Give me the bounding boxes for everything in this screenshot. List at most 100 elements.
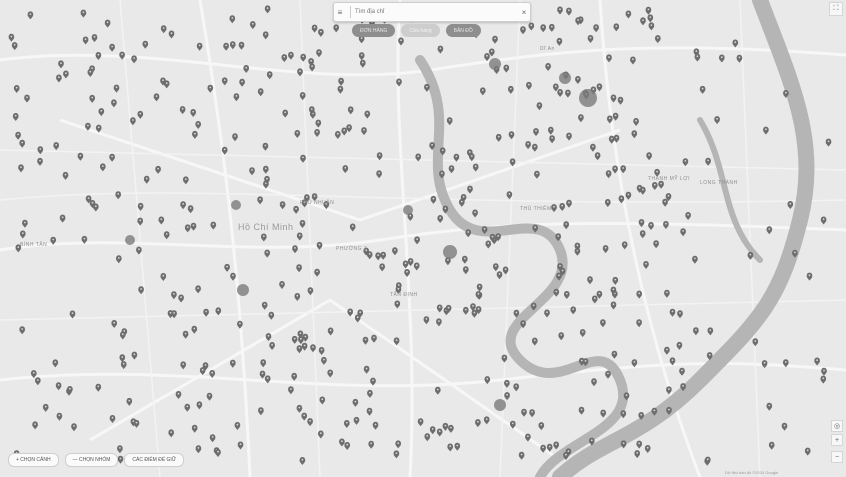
map-pin-icon[interactable]	[249, 167, 255, 176]
map-pin-icon[interactable]	[636, 290, 643, 299]
map-pin-icon[interactable]	[55, 382, 62, 391]
map-pin-icon[interactable]	[361, 127, 367, 136]
map-pin-icon[interactable]	[12, 113, 19, 121]
map-pin-icon[interactable]	[424, 433, 431, 442]
map-pin-icon[interactable]	[353, 416, 360, 425]
map-pin-icon[interactable]	[296, 232, 303, 241]
map-pin-icon[interactable]	[352, 398, 359, 407]
map-pin-icon[interactable]	[820, 375, 827, 384]
map-pin-icon[interactable]	[343, 420, 350, 428]
map-pin-icon[interactable]	[87, 69, 94, 77]
map-pin-icon[interactable]	[699, 85, 706, 94]
map-pin-icon[interactable]	[311, 24, 318, 33]
map-pin-icon[interactable]	[260, 233, 267, 242]
map-pin-icon[interactable]	[59, 214, 66, 223]
map-pin-icon[interactable]	[363, 365, 370, 374]
map-pin-icon[interactable]	[612, 276, 619, 285]
fullscreen-icon[interactable]: ⛶	[829, 2, 843, 16]
map-pin-icon[interactable]	[63, 70, 69, 79]
map-pin-icon[interactable]	[191, 325, 198, 334]
map-pin-icon[interactable]	[761, 360, 768, 369]
map-pin-icon[interactable]	[262, 142, 269, 151]
map-pin-icon[interactable]	[820, 216, 827, 225]
map-pin-icon[interactable]	[98, 108, 105, 117]
cluster-icon[interactable]	[125, 235, 135, 245]
map-pin-icon[interactable]	[531, 143, 538, 152]
map-pin-icon[interactable]	[448, 165, 455, 174]
map-pin-icon[interactable]	[367, 389, 373, 398]
cluster-icon[interactable]	[489, 58, 501, 70]
map-pin-icon[interactable]	[600, 319, 606, 328]
zoom-out-icon[interactable]: −	[831, 451, 843, 463]
map-pin-icon[interactable]	[814, 357, 820, 366]
map-pin-icon[interactable]	[195, 285, 201, 294]
map-pin-icon[interactable]	[636, 319, 642, 328]
map-pin-icon[interactable]	[142, 40, 149, 49]
map-pin-icon[interactable]	[647, 14, 654, 23]
map-pin-icon[interactable]	[298, 336, 304, 345]
map-pin-icon[interactable]	[549, 135, 555, 144]
map-pin-icon[interactable]	[262, 165, 269, 174]
map-pin-icon[interactable]	[316, 241, 323, 250]
map-pin-icon[interactable]	[215, 449, 221, 457]
map-pin-icon[interactable]	[536, 102, 543, 111]
map-pin-icon[interactable]	[556, 37, 563, 46]
map-pin-icon[interactable]	[344, 442, 351, 450]
map-pin-icon[interactable]	[11, 42, 18, 51]
map-pin-icon[interactable]	[575, 17, 581, 26]
map-pin-icon[interactable]	[590, 143, 596, 152]
map-pin-icon[interactable]	[109, 415, 116, 423]
map-pin-icon[interactable]	[436, 318, 442, 327]
map-pin-icon[interactable]	[513, 383, 520, 392]
map-pin-icon[interactable]	[376, 170, 382, 179]
map-pin-icon[interactable]	[375, 252, 381, 261]
map-pin-icon[interactable]	[182, 330, 189, 339]
map-pin-icon[interactable]	[42, 403, 49, 412]
map-pin-icon[interactable]	[732, 39, 739, 48]
map-pin-icon[interactable]	[104, 19, 111, 28]
map-pin-icon[interactable]	[617, 96, 624, 105]
map-pin-icon[interactable]	[163, 231, 170, 240]
map-pin-icon[interactable]	[182, 176, 189, 185]
map-pin-icon[interactable]	[187, 205, 194, 214]
map-pin-icon[interactable]	[52, 359, 59, 368]
map-pin-icon[interactable]	[437, 45, 444, 54]
map-pin-icon[interactable]	[230, 272, 236, 281]
map-pin-icon[interactable]	[259, 370, 266, 379]
saved-points-button[interactable]: CÁC ĐIỂM ĐỂ GIỮ	[124, 453, 185, 467]
cluster-icon[interactable]	[443, 245, 457, 259]
map-pin-icon[interactable]	[594, 152, 601, 161]
map-pin-icon[interactable]	[119, 51, 125, 60]
map-pin-icon[interactable]	[446, 117, 453, 126]
map-pin-icon[interactable]	[32, 421, 38, 430]
map-pin-icon[interactable]	[752, 338, 759, 347]
map-pin-icon[interactable]	[168, 429, 175, 438]
map-pin-icon[interactable]	[528, 22, 535, 31]
map-pin-icon[interactable]	[117, 445, 123, 454]
map-pin-icon[interactable]	[131, 351, 138, 360]
map-pin-icon[interactable]	[296, 404, 303, 413]
map-pin-icon[interactable]	[249, 21, 256, 30]
map-pin-icon[interactable]	[77, 152, 84, 161]
map-pin-icon[interactable]	[24, 94, 30, 103]
map-pin-icon[interactable]	[223, 42, 229, 51]
map-pin-icon[interactable]	[109, 153, 115, 162]
map-pin-icon[interactable]	[620, 410, 627, 419]
map-pin-icon[interactable]	[347, 106, 354, 115]
map-pin-icon[interactable]	[414, 236, 420, 245]
map-pin-icon[interactable]	[264, 249, 271, 258]
map-pin-icon[interactable]	[504, 379, 510, 388]
map-pin-icon[interactable]	[533, 128, 539, 137]
map-pin-icon[interactable]	[69, 310, 76, 319]
map-pin-icon[interactable]	[160, 273, 167, 281]
map-pin-icon[interactable]	[239, 78, 245, 87]
map-pin-icon[interactable]	[566, 132, 572, 141]
map-pin-icon[interactable]	[605, 370, 611, 379]
map-pin-icon[interactable]	[115, 191, 122, 200]
map-pin-icon[interactable]	[279, 281, 285, 289]
map-pin-icon[interactable]	[553, 288, 560, 297]
map-pin-icon[interactable]	[604, 199, 611, 207]
map-pin-icon[interactable]	[224, 263, 230, 272]
map-pin-icon[interactable]	[346, 124, 352, 133]
map-pin-icon[interactable]	[645, 6, 652, 15]
